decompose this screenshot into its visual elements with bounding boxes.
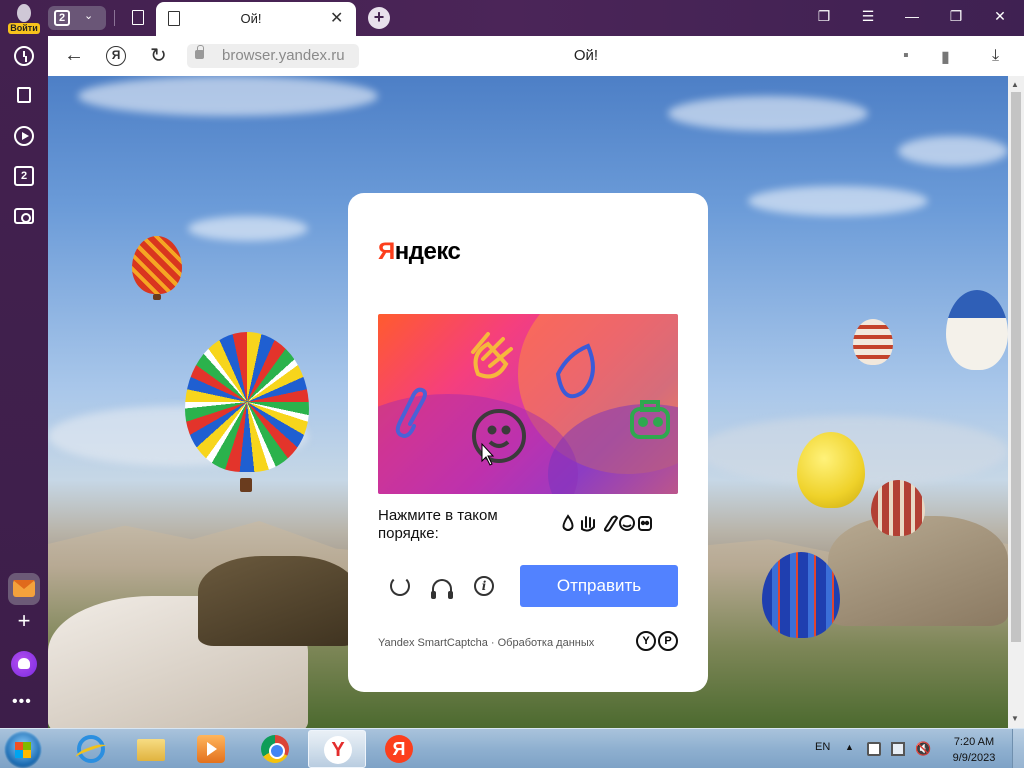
robot-icon [630, 400, 670, 439]
file-explorer-icon [137, 739, 165, 761]
chevron-down-icon: ⌄ [84, 10, 94, 22]
video-icon[interactable] [14, 126, 34, 146]
refresh-icon[interactable] [390, 576, 410, 596]
history-icon[interactable] [14, 46, 34, 66]
tabs-panel-icon[interactable]: ❐ [814, 8, 834, 25]
network-icon[interactable] [891, 742, 905, 756]
paperclip-icon [604, 515, 619, 532]
yandex-logo: Яндекс [378, 238, 461, 265]
internet-explorer-icon [77, 735, 105, 763]
show-hidden-icons-icon[interactable]: ▲ [845, 742, 854, 752]
minimize-button[interactable]: — [902, 8, 922, 24]
captcha-challenge-image[interactable] [378, 314, 678, 494]
yandex-button[interactable]: Я [106, 46, 126, 66]
restore-button[interactable]: ❐ [946, 8, 966, 25]
captcha-footer-logos: Y P [636, 631, 680, 653]
captcha-order-icons [560, 513, 660, 533]
leaf-circle-logo: P [658, 631, 678, 651]
balloon [762, 552, 840, 638]
submit-button[interactable]: Отправить [520, 565, 678, 607]
hand-icon [471, 332, 513, 379]
captcha-instruction: Нажмите в таком порядке: [378, 507, 498, 542]
captcha-card: Яндекс Нажмите в таком порядке: i Отправ… [348, 193, 708, 692]
paperclip-icon [395, 387, 427, 439]
system-clock[interactable]: 7:20 AM 9/9/2023 [944, 734, 1004, 766]
clock-time: 7:20 AM [953, 736, 995, 748]
show-desktop-button[interactable] [1012, 729, 1024, 768]
collections-icon[interactable] [17, 87, 31, 103]
taskbar-yandex[interactable]: Я [370, 730, 428, 768]
cursor-icon [481, 442, 495, 466]
alice-icon[interactable] [11, 651, 37, 677]
balloon [185, 332, 309, 472]
taskbar-internet-explorer[interactable] [62, 730, 120, 768]
balloon [853, 319, 893, 365]
media-player-icon [197, 735, 225, 763]
drop-icon [562, 514, 574, 531]
scrollbar-thumb[interactable] [1011, 92, 1021, 642]
taskbar-yandex-browser[interactable]: Y [308, 730, 366, 768]
profile-button[interactable]: Войти [6, 2, 42, 34]
browser-tab-bar: Войти 2 ⌄ Ой! ✕ + ❐ ☰ — ❐ ✕ [0, 0, 1024, 36]
balloon [132, 236, 182, 294]
menu-icon[interactable]: ☰ [858, 8, 878, 25]
volume-muted-icon[interactable]: 🔇 [915, 742, 931, 756]
balloon [946, 290, 1008, 370]
tab-title: Ой! [240, 11, 262, 26]
tab-group-button[interactable]: 2 ⌄ [48, 6, 106, 30]
new-tab-button[interactable]: + [368, 7, 390, 29]
taskbar: Y Я EN ▲ 🔇 7:20 AM 9/9/2023 [0, 728, 1024, 768]
smiley-icon [619, 515, 635, 531]
tab-divider [114, 10, 115, 26]
info-icon[interactable]: i [474, 576, 494, 596]
download-icon[interactable]: ⤓ [992, 47, 999, 65]
scroll-down-arrow-icon[interactable]: ▼ [1011, 714, 1019, 723]
page-title: Ой! [573, 47, 599, 64]
clock-date: 9/9/2023 [952, 752, 996, 764]
captcha-footer-link[interactable]: Yandex SmartCaptcha · Обработка данных [378, 637, 594, 649]
tab-count-badge: 2 [54, 10, 70, 26]
drop-icon [555, 343, 595, 399]
address-bar: ← Я ↻ browser.yandex.ru Ой! ▪ ▮ ⤓ [48, 36, 1024, 76]
action-center-icon[interactable] [867, 742, 881, 756]
mail-icon[interactable] [8, 573, 40, 605]
robot-icon [638, 516, 652, 531]
comment-icon[interactable]: ▪ [903, 47, 909, 65]
back-arrow-icon[interactable]: ← [64, 44, 84, 67]
language-indicator[interactable]: EN [815, 741, 830, 753]
url-text: browser.yandex.ru [222, 47, 345, 64]
bookmark-icon[interactable]: ▮ [941, 47, 950, 67]
close-tab-icon[interactable]: ✕ [330, 8, 343, 28]
add-icon[interactable]: + [14, 608, 34, 634]
browser-sidebar: 2 + ••• [0, 36, 48, 728]
headphones-icon[interactable] [431, 579, 453, 599]
yandex-browser-icon: Y [324, 736, 352, 764]
taskbar-chrome[interactable] [246, 730, 304, 768]
yandex-circle-logo: Y [636, 631, 656, 651]
tab-active[interactable]: Ой! ✕ [156, 2, 356, 36]
reload-icon[interactable]: ↻ [150, 43, 167, 68]
close-window-button[interactable]: ✕ [990, 8, 1010, 25]
balloon [797, 432, 865, 508]
lock-icon[interactable] [195, 45, 204, 59]
scroll-up-arrow-icon[interactable]: ▲ [1011, 80, 1019, 89]
yandex-icon: Я [385, 735, 413, 763]
page-icon [168, 11, 180, 26]
taskbar-file-explorer[interactable] [122, 730, 180, 768]
url-field[interactable]: browser.yandex.ru [187, 44, 359, 68]
more-icon[interactable]: ••• [12, 693, 32, 711]
taskbar-media-player[interactable] [182, 730, 240, 768]
tabs-icon[interactable]: 2 [14, 166, 34, 186]
start-button[interactable] [4, 731, 42, 768]
hand-icon [581, 516, 595, 532]
screenshot-icon[interactable] [14, 208, 34, 224]
user-avatar-icon [17, 4, 31, 22]
page-icon[interactable] [132, 10, 144, 25]
login-label: Войти [8, 23, 40, 34]
chrome-icon [261, 735, 289, 763]
balloon [871, 480, 925, 536]
